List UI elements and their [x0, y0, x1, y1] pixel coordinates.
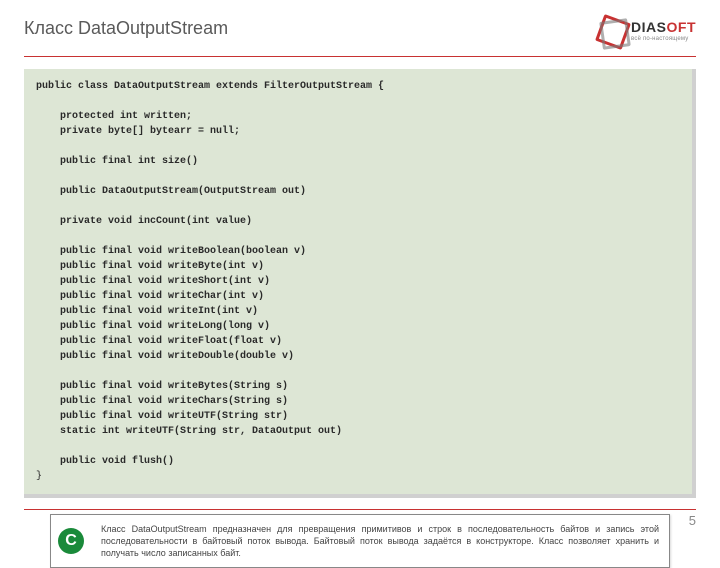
page-title: Класс DataOutputStream — [24, 18, 228, 39]
code-line: public final void writeBytes(String s) — [36, 381, 288, 392]
code-block: public class DataOutputStream extends Fi… — [24, 69, 696, 498]
code-line: protected int written; — [36, 111, 192, 122]
code-line: public final int size() — [36, 156, 198, 167]
code-line: public final void writeBoolean(boolean v… — [36, 246, 306, 257]
code-line: public final void writeUTF(String str) — [36, 411, 288, 422]
logo: DIASOFT всё по-настоящему — [599, 18, 696, 44]
logo-subtitle: всё по-настоящему — [631, 36, 696, 42]
diasoft-logo-icon — [599, 18, 625, 44]
code-line: public final void writeLong(long v) — [36, 321, 270, 332]
code-line: public final void writeFloat(float v) — [36, 336, 282, 347]
logo-text-a: DIAS — [631, 19, 666, 35]
footer-divider — [24, 509, 696, 510]
code-line: static int writeUTF(String str, DataOutp… — [36, 426, 342, 437]
code-line: public final void writeDouble(double v) — [36, 351, 294, 362]
code-line: public final void writeInt(int v) — [36, 306, 258, 317]
code-line: public void flush() — [36, 456, 174, 467]
badge-letter: C — [58, 528, 84, 554]
code-line: public final void writeByte(int v) — [36, 261, 264, 272]
code-line: public class DataOutputStream extends Fi… — [36, 81, 384, 92]
code-line: public final void writeChar(int v) — [36, 291, 264, 302]
code-line: private void incCount(int value) — [36, 216, 252, 227]
page-number: 5 — [689, 513, 696, 528]
code-line: public final void writeShort(int v) — [36, 276, 270, 287]
code-line: } — [36, 471, 42, 482]
logo-text-b: OFT — [667, 19, 697, 35]
code-line: public DataOutputStream(OutputStream out… — [36, 186, 306, 197]
title-underline — [24, 56, 696, 57]
code-line: public final void writeChars(String s) — [36, 396, 288, 407]
code-line: private byte[] bytearr = null; — [36, 126, 240, 137]
logo-text: DIASOFT — [631, 20, 696, 34]
